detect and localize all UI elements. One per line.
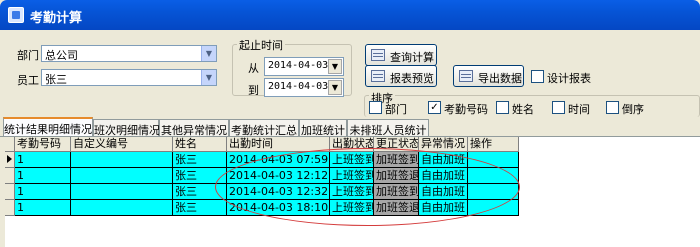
- to-label: 到: [248, 84, 259, 97]
- query-button-label: 查询计算: [390, 51, 434, 64]
- cell-time[interactable]: 2014-04-03 18:10: [227, 200, 330, 216]
- chevron-down-icon[interactable]: ▼: [201, 70, 216, 85]
- row-indicator: [5, 184, 15, 200]
- export-icon: [459, 70, 473, 82]
- cell-action[interactable]: [468, 168, 519, 184]
- period-group-title: 起止时间: [237, 37, 285, 53]
- cell-corrected[interactable]: 加班签退: [374, 168, 419, 184]
- row-indicator: [5, 200, 15, 216]
- title-bar: 考勤计算: [0, 0, 700, 30]
- export-button[interactable]: 导出数据: [453, 65, 524, 87]
- col-header-exception[interactable]: 异常情况: [419, 137, 468, 152]
- cell-time[interactable]: 2014-04-03 12:12: [227, 168, 330, 184]
- cell-corrected[interactable]: 加班签退: [374, 200, 419, 216]
- cell-exception[interactable]: 自由加班: [419, 168, 468, 184]
- cell-status[interactable]: 上班签到: [330, 184, 374, 200]
- emp-select[interactable]: 张三 ▼: [41, 69, 217, 86]
- window-title: 考勤计算: [30, 11, 83, 26]
- cell-exception[interactable]: 自由加班: [419, 152, 468, 168]
- cell-empno[interactable]: 1: [15, 200, 71, 216]
- sort-time-checkbox[interactable]: [552, 101, 565, 114]
- sort-time-label: 时间: [568, 103, 590, 116]
- cell-empno[interactable]: 1: [15, 184, 71, 200]
- row-indicator: [5, 168, 15, 184]
- cell-time[interactable]: 2014-04-03 07:59: [227, 152, 330, 168]
- header-indicator: [5, 137, 15, 152]
- dept-value: 总公司: [45, 49, 78, 62]
- report-icon: [371, 70, 385, 82]
- col-header-corrected[interactable]: 更正状态: [374, 137, 419, 152]
- cell-name[interactable]: 张三: [173, 152, 227, 168]
- cell-action[interactable]: [468, 152, 519, 168]
- cell-status[interactable]: 上班签到: [330, 168, 374, 184]
- cell-custom-no[interactable]: [71, 168, 173, 184]
- cell-custom-no[interactable]: [71, 152, 173, 168]
- sort-empno-checkbox[interactable]: ✓: [428, 101, 441, 114]
- dept-label: 部门: [17, 49, 39, 62]
- export-button-label: 导出数据: [478, 72, 522, 85]
- design-report-checkbox[interactable]: [531, 70, 544, 83]
- sort-dept-checkbox[interactable]: [369, 101, 382, 114]
- from-label: 从: [248, 62, 259, 75]
- preview-button[interactable]: 报表预览: [365, 65, 437, 87]
- emp-label: 员工: [17, 74, 39, 87]
- cell-status[interactable]: 上班签到: [330, 200, 374, 216]
- preview-button-label: 报表预览: [390, 72, 434, 85]
- sort-empno-label: 考勤号码: [444, 103, 488, 116]
- col-header-empno[interactable]: 考勤号码: [15, 137, 71, 152]
- cell-status[interactable]: 上班签到: [330, 152, 374, 168]
- cell-exception[interactable]: 自由加班: [419, 184, 468, 200]
- cell-empno[interactable]: 1: [15, 168, 71, 184]
- cell-time[interactable]: 2014-04-03 12:32: [227, 184, 330, 200]
- cell-custom-no[interactable]: [71, 184, 173, 200]
- tab-bar: 统计结果明细情况 班次明细情况 其他异常情况 考勤统计汇总 加班统计 未排班人员…: [0, 117, 700, 137]
- cell-action[interactable]: [468, 200, 519, 216]
- design-report-label: 设计报表: [547, 72, 591, 85]
- tab-shift-detail[interactable]: 班次明细情况: [93, 119, 160, 137]
- dept-select[interactable]: 总公司 ▼: [41, 45, 217, 62]
- current-row-pointer-icon: [7, 155, 12, 163]
- cell-action[interactable]: [468, 184, 519, 200]
- tab-attendance-summary[interactable]: 考勤统计汇总: [229, 119, 299, 137]
- emp-value: 张三: [45, 73, 67, 86]
- sort-name-checkbox[interactable]: [496, 101, 509, 114]
- col-header-action[interactable]: 操作: [468, 137, 519, 152]
- cell-name[interactable]: 张三: [173, 200, 227, 216]
- tab-unscheduled-stats[interactable]: 未排班人员统计: [347, 119, 429, 137]
- attendance-table[interactable]: 考勤号码 自定义编号 姓名 出勤时间 出勤状态 更正状态 异常情况 操作 1 张…: [5, 137, 700, 247]
- cell-empno[interactable]: 1: [15, 152, 71, 168]
- col-header-custom-no[interactable]: 自定义编号: [71, 137, 173, 152]
- tab-result-detail[interactable]: 统计结果明细情况: [3, 117, 93, 136]
- cell-custom-no[interactable]: [71, 200, 173, 216]
- to-date-picker[interactable]: 2014-04-03 ▼: [264, 78, 344, 97]
- to-date-value: 2014-04-03: [268, 81, 329, 92]
- cell-name[interactable]: 张三: [173, 184, 227, 200]
- from-date-value: 2014-04-03: [268, 60, 329, 71]
- tab-other-exceptions[interactable]: 其他异常情况: [159, 119, 229, 137]
- sort-dept-label: 部门: [385, 103, 407, 116]
- col-header-time[interactable]: 出勤时间: [227, 137, 330, 152]
- sort-desc-label: 倒序: [622, 103, 644, 116]
- from-date-picker[interactable]: 2014-04-03 ▼: [264, 57, 344, 76]
- chevron-down-icon[interactable]: ▼: [328, 59, 342, 74]
- cell-exception[interactable]: 自由加班: [419, 200, 468, 216]
- chevron-down-icon[interactable]: ▼: [328, 80, 342, 95]
- tab-overtime-stats[interactable]: 加班统计: [299, 119, 347, 137]
- cell-corrected[interactable]: 加班签到: [374, 184, 419, 200]
- calculator-icon: [371, 49, 385, 61]
- sort-desc-checkbox[interactable]: [606, 101, 619, 114]
- cell-corrected[interactable]: 加班签到: [374, 152, 419, 168]
- cell-name[interactable]: 张三: [173, 168, 227, 184]
- col-header-name[interactable]: 姓名: [173, 137, 227, 152]
- sort-name-label: 姓名: [512, 103, 534, 116]
- col-header-status[interactable]: 出勤状态: [330, 137, 374, 152]
- app-icon: [8, 7, 24, 23]
- chevron-down-icon[interactable]: ▼: [201, 46, 216, 61]
- query-button[interactable]: 查询计算: [365, 44, 437, 66]
- row-indicator: [5, 152, 15, 168]
